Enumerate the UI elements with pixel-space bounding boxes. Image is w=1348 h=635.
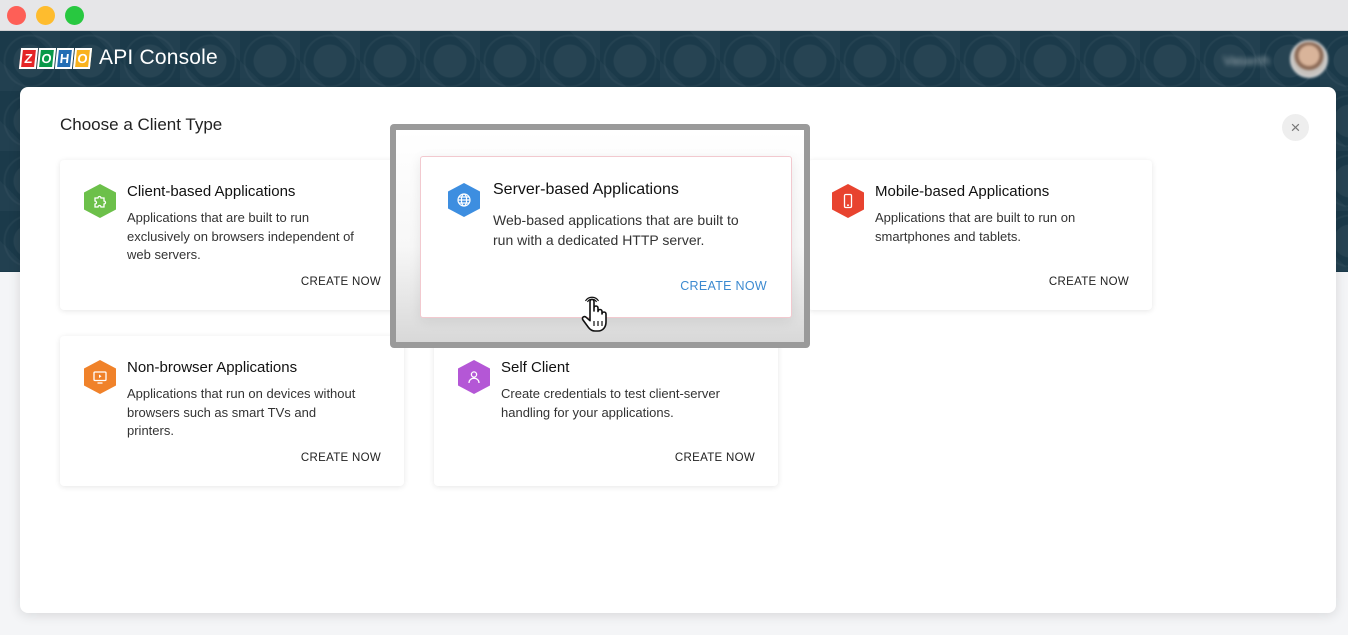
logo-letter-h: H [54, 47, 75, 69]
tv-icon [84, 360, 116, 394]
user-icon [458, 360, 490, 394]
user-name[interactable]: Vasanth [1223, 53, 1270, 68]
window-minimize-button[interactable] [36, 6, 55, 25]
card-description: Applications that run on devices without… [127, 386, 356, 438]
card-description: Applications that are built to run on sm… [875, 210, 1076, 244]
puzzle-icon [84, 184, 116, 218]
hand-cursor-icon [581, 296, 607, 332]
create-now-button[interactable]: CREATE NOW [301, 452, 381, 464]
card-title: Server-based Applications [493, 181, 679, 198]
client-based-card[interactable]: Client-based Applications Applications t… [60, 160, 404, 310]
logo-letter-o: O [72, 47, 93, 69]
mobile-icon [832, 184, 864, 218]
logo-letter-z: Z [18, 47, 39, 69]
app-title: API Console [99, 46, 218, 69]
mobile-based-card[interactable]: Mobile-based Applications Applications t… [808, 160, 1152, 310]
close-icon: × [1290, 118, 1301, 137]
avatar[interactable] [1290, 40, 1328, 78]
card-description: Web-based applications that are built to… [493, 212, 739, 248]
server-based-card[interactable]: Server-based Applications Web-based appl… [420, 156, 792, 318]
card-description: Applications that are built to run exclu… [127, 210, 354, 262]
create-now-button[interactable]: CREATE NOW [1049, 276, 1129, 288]
globe-icon [448, 183, 480, 217]
card-title: Mobile-based Applications [875, 183, 1050, 200]
card-title: Self Client [501, 359, 570, 376]
zoho-logo[interactable]: Z O H O API Console [18, 46, 218, 70]
close-button[interactable]: × [1282, 114, 1309, 141]
window-maximize-button[interactable] [65, 6, 84, 25]
zoho-logo-mark: Z O H O [18, 47, 93, 69]
create-now-button[interactable]: CREATE NOW [680, 279, 767, 293]
card-title: Client-based Applications [127, 183, 296, 200]
window-titlebar [0, 0, 1348, 31]
card-description: Create credentials to test client-server… [501, 386, 720, 420]
create-now-button[interactable]: CREATE NOW [301, 276, 381, 288]
non-browser-card[interactable]: Non-browser Applications Applications th… [60, 336, 404, 486]
modal-title: Choose a Client Type [60, 115, 223, 134]
window-close-button[interactable] [7, 6, 26, 25]
self-client-card[interactable]: Self Client Create credentials to test c… [434, 336, 778, 486]
create-now-button[interactable]: CREATE NOW [675, 452, 755, 464]
logo-letter-o: O [36, 47, 57, 69]
card-title: Non-browser Applications [127, 359, 298, 376]
